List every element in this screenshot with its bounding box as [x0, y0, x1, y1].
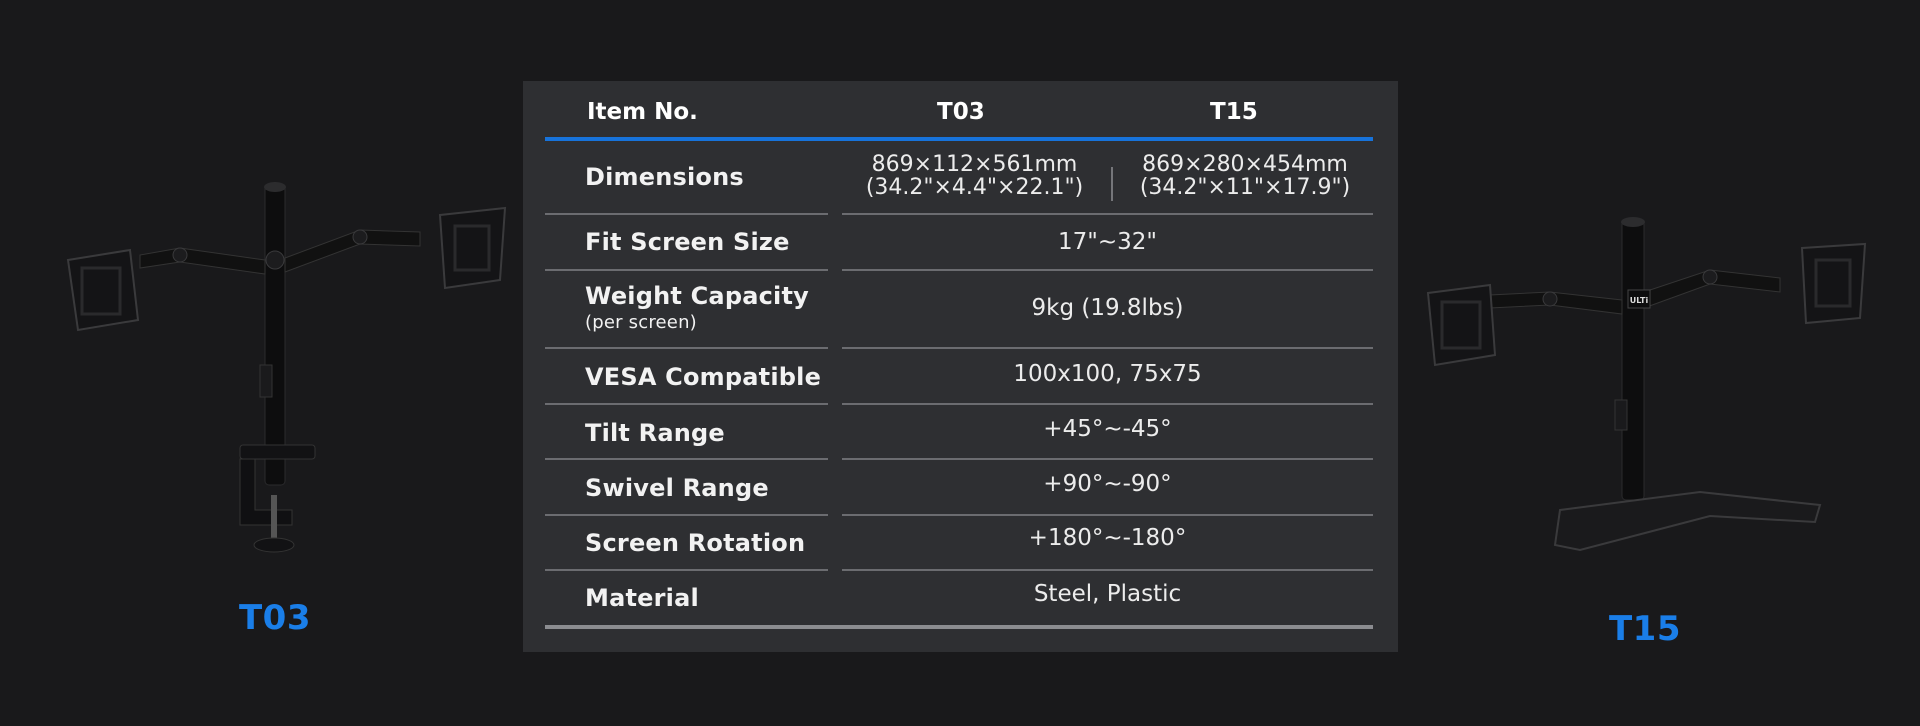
row-value: +180°~-180°: [1028, 525, 1187, 551]
row-value: Steel, Plastic: [1033, 581, 1182, 607]
table-row-tilt-range: Tilt Range +45°~-45°: [545, 405, 1373, 460]
row-value: 100x100, 75x75: [1013, 361, 1202, 387]
table-row-dimensions: Dimensions 869×112×561mm (34.2"×4.4"×22.…: [545, 141, 1373, 215]
table-row-swivel-range: Swivel Range +90°~-90°: [545, 460, 1373, 516]
table-row-screen-rotation: Screen Rotation +180°~-180°: [545, 516, 1373, 571]
product-label-t15: T15: [1608, 609, 1681, 649]
dimensions-t15: 869×280×454mm (34.2"×11"×17.9"): [1139, 152, 1351, 200]
row-value: +45°~-45°: [1043, 416, 1172, 442]
column-divider: [1111, 167, 1113, 201]
table-row-fit-screen-size: Fit Screen Size 17"~32": [545, 215, 1373, 271]
row-value: 17"~32": [1058, 229, 1157, 255]
table-row-material: Material Steel, Plastic: [545, 571, 1373, 629]
row-label: Screen Rotation: [585, 529, 806, 557]
row-label: Dimensions: [585, 163, 744, 191]
row-value: 9kg (19.8lbs): [1031, 295, 1184, 321]
row-label: Fit Screen Size: [585, 228, 790, 256]
header-t15: T15: [1210, 99, 1258, 125]
product-image-t03: [60, 170, 520, 570]
table-row-weight-capacity: Weight Capacity (per screen) 9kg (19.8lb…: [545, 271, 1373, 349]
table-bottom-rule: [545, 625, 1373, 629]
dimensions-t03: 869×112×561mm (34.2"×4.4"×22.1"): [865, 152, 1084, 200]
product-label-t03: T03: [238, 598, 311, 638]
brand-logo: ULTi: [1630, 296, 1649, 305]
spec-table: Item No. T03 T15 Dimensions 869×112×561m…: [523, 81, 1398, 652]
row-label: Material: [585, 584, 699, 612]
row-label: Weight Capacity (per screen): [585, 282, 809, 333]
row-sublabel: (per screen): [585, 312, 697, 333]
row-label: VESA Compatible: [585, 363, 822, 391]
table-header: Item No. T03 T15: [545, 81, 1373, 141]
product-image-t15: ULTi: [1410, 210, 1880, 570]
dimensions-values: 869×112×561mm (34.2"×4.4"×22.1") 869×280…: [842, 153, 1373, 203]
header-t03: T03: [937, 99, 985, 125]
table-row-vesa-compatible: VESA Compatible 100x100, 75x75: [545, 349, 1373, 405]
row-value: +90°~-90°: [1043, 471, 1172, 497]
header-item-no: Item No.: [587, 99, 698, 125]
row-label: Swivel Range: [585, 474, 769, 502]
row-label: Tilt Range: [585, 419, 725, 447]
